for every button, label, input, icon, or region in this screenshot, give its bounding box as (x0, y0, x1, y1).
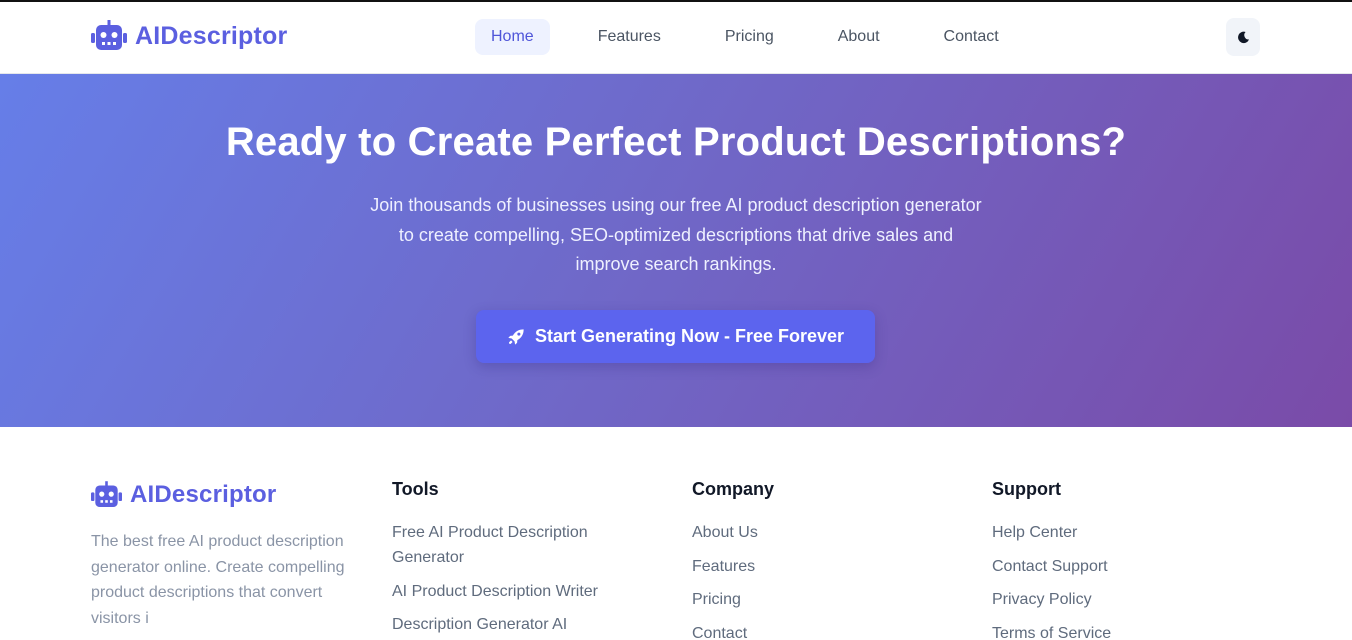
nav-about[interactable]: About (822, 19, 896, 55)
footer-description: The best free AI product description gen… (91, 533, 345, 628)
brand-logo[interactable]: AIDescriptor (91, 20, 287, 52)
nav-home[interactable]: Home (475, 19, 550, 55)
rocket-icon (508, 328, 524, 345)
nav-pricing[interactable]: Pricing (709, 19, 790, 55)
nav-features[interactable]: Features (582, 19, 677, 55)
footer-heading-company: Company (692, 479, 775, 499)
hero-section: Ready to Create Perfect Product Descript… (0, 74, 1352, 427)
start-generating-label: Start Generating Now - Free Forever (534, 326, 845, 346)
footer-link[interactable]: Pricing (692, 587, 952, 612)
footer-heading-tools: Tools (392, 479, 439, 499)
footer: AIDescriptor The best free AI product de… (0, 427, 1352, 640)
footer-link[interactable]: Contact Support (992, 554, 1252, 579)
footer-column-tools: Tools Free AI Product Description Genera… (392, 479, 652, 640)
nav-contact[interactable]: Contact (928, 19, 1015, 55)
brand-name: AIDescriptor (135, 21, 288, 50)
robot-icon (91, 20, 127, 50)
theme-toggle-button[interactable] (1226, 18, 1260, 56)
moon-icon (1237, 31, 1249, 43)
hero-subtitle: Join thousands of businesses using our f… (370, 195, 982, 274)
hero-title: Ready to Create Perfect Product Descript… (225, 120, 1127, 164)
footer-link[interactable]: Description Generator AI (392, 612, 652, 637)
footer-heading-support: Support (992, 479, 1061, 499)
footer-brand[interactable]: AIDescriptor (91, 481, 276, 509)
footer-link[interactable]: Help Center (992, 520, 1252, 545)
main-nav: Home Features Pricing About Contact (475, 19, 1047, 55)
footer-link[interactable]: Terms of Service (992, 621, 1252, 640)
footer-column-company: Company About Us Features Pricing Contac… (692, 479, 952, 640)
footer-brand-name: AIDescriptor (130, 481, 277, 508)
footer-link[interactable]: Features (692, 554, 952, 579)
navbar: AIDescriptor Home Features Pricing About… (0, 2, 1352, 74)
footer-column-support: Support Help Center Contact Support Priv… (992, 479, 1252, 640)
footer-link[interactable]: AI Product Description Writer (392, 579, 652, 604)
footer-link[interactable]: Contact (692, 621, 952, 640)
footer-link[interactable]: About Us (692, 520, 952, 545)
robot-icon (91, 481, 122, 508)
footer-link[interactable]: Free AI Product Description Generator (392, 520, 652, 570)
start-generating-button[interactable]: Start Generating Now - Free Forever (476, 310, 875, 363)
footer-link[interactable]: Privacy Policy (992, 587, 1252, 612)
